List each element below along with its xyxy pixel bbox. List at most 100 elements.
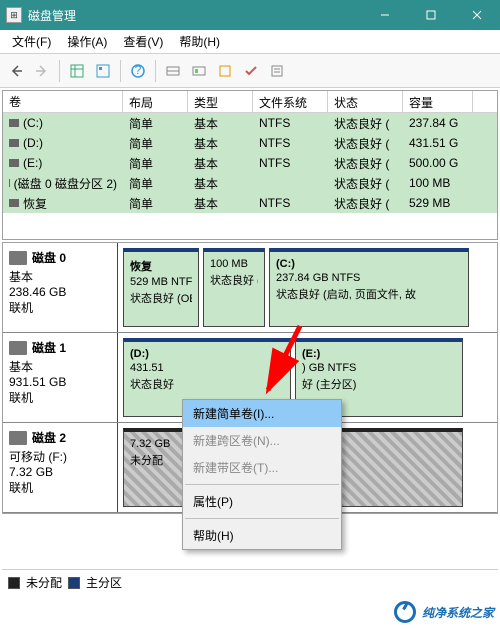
volume-capacity: 529 MB: [403, 194, 473, 212]
toolbar-sep: [59, 60, 60, 82]
disk-size: 931.51 GB: [9, 375, 111, 389]
volume-fs: NTFS: [253, 154, 328, 172]
col-status[interactable]: 状态: [328, 91, 403, 112]
legend-primary-label: 主分区: [86, 574, 122, 591]
forward-button[interactable]: [30, 59, 54, 83]
watermark: 纯净系统之家: [394, 601, 494, 623]
partition-status: 状态良好 (E: [210, 272, 258, 288]
partition-status: 状态良好: [130, 376, 284, 392]
partition-size: 237.84 GB NTFS: [276, 272, 462, 284]
volume-icon: [9, 199, 19, 207]
toolbar-sep: [155, 60, 156, 82]
tool1-button[interactable]: [161, 59, 185, 83]
col-capacity[interactable]: 容量: [403, 91, 473, 112]
ctx-separator: [185, 518, 339, 519]
partition-size: 529 MB NTFS: [130, 276, 192, 288]
volume-icon: [9, 119, 19, 127]
titlebar: ⊞ 磁盘管理: [0, 0, 500, 30]
disk-label[interactable]: 磁盘 0基本238.46 GB联机: [3, 243, 118, 332]
volume-row[interactable]: (E:)简单基本NTFS状态良好 (500.00 G: [3, 153, 497, 173]
partition-title: (C:): [276, 258, 462, 270]
volume-name: (D:): [23, 136, 43, 150]
toolbar: ?: [0, 54, 500, 88]
volume-list: 卷 布局 类型 文件系统 状态 容量 (C:)简单基本NTFS状态良好 (237…: [2, 90, 498, 240]
menu-view[interactable]: 查看(V): [115, 31, 171, 52]
window-title: 磁盘管理: [28, 7, 362, 24]
col-layout[interactable]: 布局: [123, 91, 188, 112]
volume-type: 基本: [188, 173, 253, 194]
svg-text:?: ?: [135, 63, 142, 77]
disk-label[interactable]: 磁盘 2可移动 (F:)7.32 GB联机: [3, 423, 118, 512]
volume-name: (磁盘 0 磁盘分区 2): [14, 175, 117, 192]
legend: 未分配 主分区: [2, 569, 498, 595]
tool2-button[interactable]: [187, 59, 211, 83]
volume-type: 基本: [188, 193, 253, 214]
volume-layout: 简单: [123, 193, 188, 214]
col-volume[interactable]: 卷: [3, 91, 123, 112]
partition-title: 恢复: [130, 258, 192, 274]
volume-type: 基本: [188, 133, 253, 154]
ctx-help[interactable]: 帮助(H): [183, 522, 341, 549]
close-button[interactable]: [454, 0, 500, 30]
volume-type: 基本: [188, 153, 253, 174]
view1-button[interactable]: [65, 59, 89, 83]
volume-icon: [9, 179, 10, 187]
ctx-new-spanned-volume: 新建跨区卷(N)...: [183, 427, 341, 454]
toolbar-sep: [120, 60, 121, 82]
partition[interactable]: (C:)237.84 GB NTFS状态良好 (启动, 页面文件, 故: [269, 248, 469, 327]
partition-size: 431.51: [130, 362, 284, 374]
ctx-new-simple-volume[interactable]: 新建简单卷(I)...: [183, 400, 341, 427]
volume-fs: [253, 181, 328, 185]
volume-layout: 简单: [123, 113, 188, 134]
legend-unalloc-color: [8, 577, 20, 589]
disk-icon: [9, 431, 27, 445]
menu-action[interactable]: 操作(A): [59, 31, 115, 52]
volume-row[interactable]: 恢复简单基本NTFS状态良好 (529 MB: [3, 193, 497, 213]
volume-icon: [9, 139, 19, 147]
volume-status: 状态良好 (: [328, 153, 403, 174]
volume-row[interactable]: (D:)简单基本NTFS状态良好 (431.51 G: [3, 133, 497, 153]
ctx-separator: [185, 484, 339, 485]
watermark-text: 纯净系统之家: [422, 604, 494, 621]
disk-kind: 基本: [9, 268, 111, 285]
partition[interactable]: 恢复 529 MB NTFS 状态良好 (OE: [123, 248, 199, 327]
volume-row[interactable]: (C:)简单基本NTFS状态良好 (237.84 G: [3, 113, 497, 133]
volume-row[interactable]: (磁盘 0 磁盘分区 2)简单基本状态良好 (100 MB: [3, 173, 497, 193]
menu-file[interactable]: 文件(F): [4, 31, 59, 52]
partition-title: (E:): [302, 348, 456, 360]
minimize-button[interactable]: [362, 0, 408, 30]
ctx-properties[interactable]: 属性(P): [183, 488, 341, 515]
disk-icon: [9, 251, 27, 265]
volume-status: 状态良好 (: [328, 193, 403, 214]
disk-size: 238.46 GB: [9, 285, 111, 299]
volume-type: 基本: [188, 113, 253, 134]
volume-status: 状态良好 (: [328, 113, 403, 134]
menu-help[interactable]: 帮助(H): [171, 31, 228, 52]
legend-primary-color: [68, 577, 80, 589]
partition-size: ) GB NTFS: [302, 362, 456, 374]
context-menu: 新建简单卷(I)... 新建跨区卷(N)... 新建带区卷(T)... 属性(P…: [182, 399, 342, 550]
tool3-button[interactable]: [213, 59, 237, 83]
tool5-button[interactable]: [265, 59, 289, 83]
partition-status: 状态良好 (OE: [130, 290, 192, 306]
volume-capacity: 237.84 G: [403, 114, 473, 132]
partition-status: 好 (主分区): [302, 376, 456, 392]
tool4-button[interactable]: [239, 59, 263, 83]
disk-state: 联机: [9, 299, 111, 316]
list-header: 卷 布局 类型 文件系统 状态 容量: [3, 91, 497, 113]
help-icon[interactable]: ?: [126, 59, 150, 83]
maximize-button[interactable]: [408, 0, 454, 30]
disk-label[interactable]: 磁盘 1基本931.51 GB联机: [3, 333, 118, 422]
partition[interactable]: 100 MB状态良好 (E: [203, 248, 265, 327]
disk-state: 联机: [9, 389, 111, 406]
volume-fs: NTFS: [253, 194, 328, 212]
volume-name: (E:): [23, 156, 42, 170]
back-button[interactable]: [4, 59, 28, 83]
col-type[interactable]: 类型: [188, 91, 253, 112]
watermark-icon: [394, 601, 416, 623]
view2-button[interactable]: [91, 59, 115, 83]
volume-status: 状态良好 (: [328, 173, 403, 194]
disk-kind: 基本: [9, 358, 111, 375]
col-filesystem[interactable]: 文件系统: [253, 91, 328, 112]
disk-name: 磁盘 2: [32, 429, 66, 446]
